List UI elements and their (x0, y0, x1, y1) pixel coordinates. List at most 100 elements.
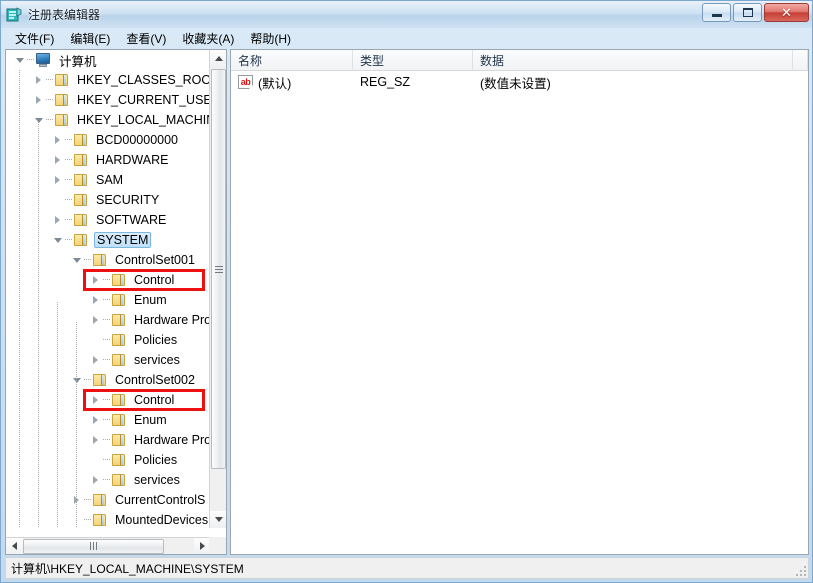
close-button[interactable]: ✕ (764, 3, 809, 22)
horizontal-scroll-thumb[interactable] (23, 538, 164, 554)
title-bar: 注册表编辑器 ✕ (1, 1, 812, 28)
tree-vertical-scrollbar[interactable] (209, 50, 226, 528)
tree-item-label: Control (134, 393, 175, 407)
tree-item-label: Policies (134, 333, 178, 347)
column-data[interactable]: 数据 (473, 50, 793, 71)
menu-view[interactable]: 查看(V) (118, 28, 174, 49)
tree-connector (103, 350, 111, 370)
tree-item-label: SYSTEM (94, 232, 152, 248)
scroll-up-button[interactable] (210, 50, 226, 67)
folder-icon (111, 413, 127, 427)
column-filler (793, 50, 808, 71)
chevron-up-icon (214, 56, 223, 61)
tree-item[interactable]: SOFTWARE (6, 210, 211, 230)
string-value-icon: ab (238, 75, 253, 89)
expander-collapsed-icon[interactable] (31, 70, 46, 90)
expander-expanded-icon[interactable] (12, 50, 27, 70)
scroll-left-button[interactable] (6, 537, 23, 554)
tree-connector (84, 250, 92, 270)
expander-collapsed-icon[interactable] (50, 170, 65, 190)
scroll-down-button[interactable] (210, 511, 226, 528)
expander-collapsed-icon[interactable] (88, 410, 103, 430)
tree-item[interactable]: Policies (6, 450, 211, 470)
tree-connector (46, 90, 54, 110)
tree-item[interactable]: Enum (6, 410, 211, 430)
maximize-button[interactable] (733, 3, 762, 22)
chevron-right-icon (200, 542, 205, 550)
tree-item[interactable]: services (6, 350, 211, 370)
tree-item-label: CurrentControlS (115, 493, 206, 507)
close-icon: ✕ (781, 5, 792, 20)
expander-collapsed-icon[interactable] (88, 310, 103, 330)
expander-collapsed-icon[interactable] (88, 430, 103, 450)
expander-collapsed-icon[interactable] (50, 210, 65, 230)
folder-icon (54, 73, 70, 87)
registry-tree[interactable]: 计算机 HKEY_CLASSES_ROOT HKEY_CURRENT_USER HKE… (6, 50, 211, 528)
computer-icon (35, 52, 52, 68)
status-bar: 计算机\HKEY_LOCAL_MACHINE\SYSTEM (5, 557, 809, 579)
tree-connector (103, 290, 111, 310)
tree-connector (65, 190, 73, 210)
tree-item[interactable]: MountedDevices (6, 510, 211, 528)
tree-item[interactable]: Control (6, 390, 211, 410)
tree-item[interactable]: Hardware Pro (6, 310, 211, 330)
tree-item[interactable]: BCD00000000 (6, 130, 211, 150)
expander-expanded-icon[interactable] (50, 230, 65, 250)
tree-item-label: HKEY_CURRENT_USER (77, 93, 211, 107)
folder-icon (111, 433, 127, 447)
expander-expanded-icon[interactable] (69, 250, 84, 270)
menu-file[interactable]: 文件(F) (7, 28, 62, 49)
tree-connector (65, 130, 73, 150)
tree-item[interactable]: HKEY_CLASSES_ROOT (6, 70, 211, 90)
tree-connector (84, 490, 92, 510)
expander-collapsed-icon[interactable] (88, 290, 103, 310)
menu-edit[interactable]: 编辑(E) (62, 28, 118, 49)
folder-icon (92, 373, 108, 387)
expander-collapsed-icon[interactable] (88, 350, 103, 370)
tree-connector (103, 450, 111, 470)
tree-item[interactable]: CurrentControlS (6, 490, 211, 510)
tree-item[interactable]: Enum (6, 290, 211, 310)
tree-item[interactable]: ControlSet002 (6, 370, 211, 390)
expander-collapsed-icon[interactable] (50, 150, 65, 170)
resize-grip-icon[interactable] (794, 564, 806, 576)
tree-connector (84, 370, 92, 390)
expander-collapsed-icon[interactable] (88, 470, 103, 490)
expander-collapsed-icon[interactable] (31, 90, 46, 110)
value-row[interactable]: ab (默认) REG_SZ (数值未设置) (231, 71, 808, 93)
expander-collapsed-icon[interactable] (50, 130, 65, 150)
value-list-body[interactable]: ab (默认) REG_SZ (数值未设置) (231, 71, 808, 93)
tree-item[interactable]: services (6, 470, 211, 490)
tree-item-label: HKEY_LOCAL_MACHINE (77, 113, 211, 127)
tree-guide-line (57, 302, 58, 528)
tree-item[interactable]: SECURITY (6, 190, 211, 210)
tree-guide-line (76, 322, 77, 442)
tree-item-label: ControlSet001 (115, 253, 195, 267)
tree-item[interactable]: Policies (6, 330, 211, 350)
tree-item[interactable]: SYSTEM (6, 230, 211, 250)
column-name[interactable]: 名称 (231, 50, 353, 71)
column-type[interactable]: 类型 (353, 50, 473, 71)
folder-icon (73, 173, 89, 187)
tree-item[interactable]: Control (6, 270, 211, 290)
tree-item[interactable]: HKEY_LOCAL_MACHINE (6, 110, 211, 130)
vertical-scroll-thumb[interactable] (211, 69, 226, 469)
menu-help[interactable]: 帮助(H) (242, 28, 299, 49)
menu-favorites[interactable]: 收藏夹(A) (174, 28, 242, 49)
expander-collapsed-icon[interactable] (88, 270, 103, 290)
expander-collapsed-icon[interactable] (88, 390, 103, 410)
tree-item[interactable]: HARDWARE (6, 150, 211, 170)
tree-item[interactable]: ControlSet001 (6, 250, 211, 270)
minimize-button[interactable] (702, 3, 731, 22)
tree-item[interactable]: HKEY_CURRENT_USER (6, 90, 211, 110)
value-data-cell: (数值未设置) (480, 76, 551, 91)
tree-connector (103, 410, 111, 430)
tree-item[interactable]: SAM (6, 170, 211, 190)
expander-none (88, 330, 103, 350)
tree-item-label: Policies (134, 453, 178, 467)
chevron-down-icon (214, 517, 223, 522)
horizontal-scroll-track[interactable] (23, 538, 194, 555)
tree-item[interactable]: Hardware Pro (6, 430, 211, 450)
tree-horizontal-scrollbar[interactable] (6, 537, 211, 554)
tree-item[interactable]: 计算机 (6, 50, 211, 70)
